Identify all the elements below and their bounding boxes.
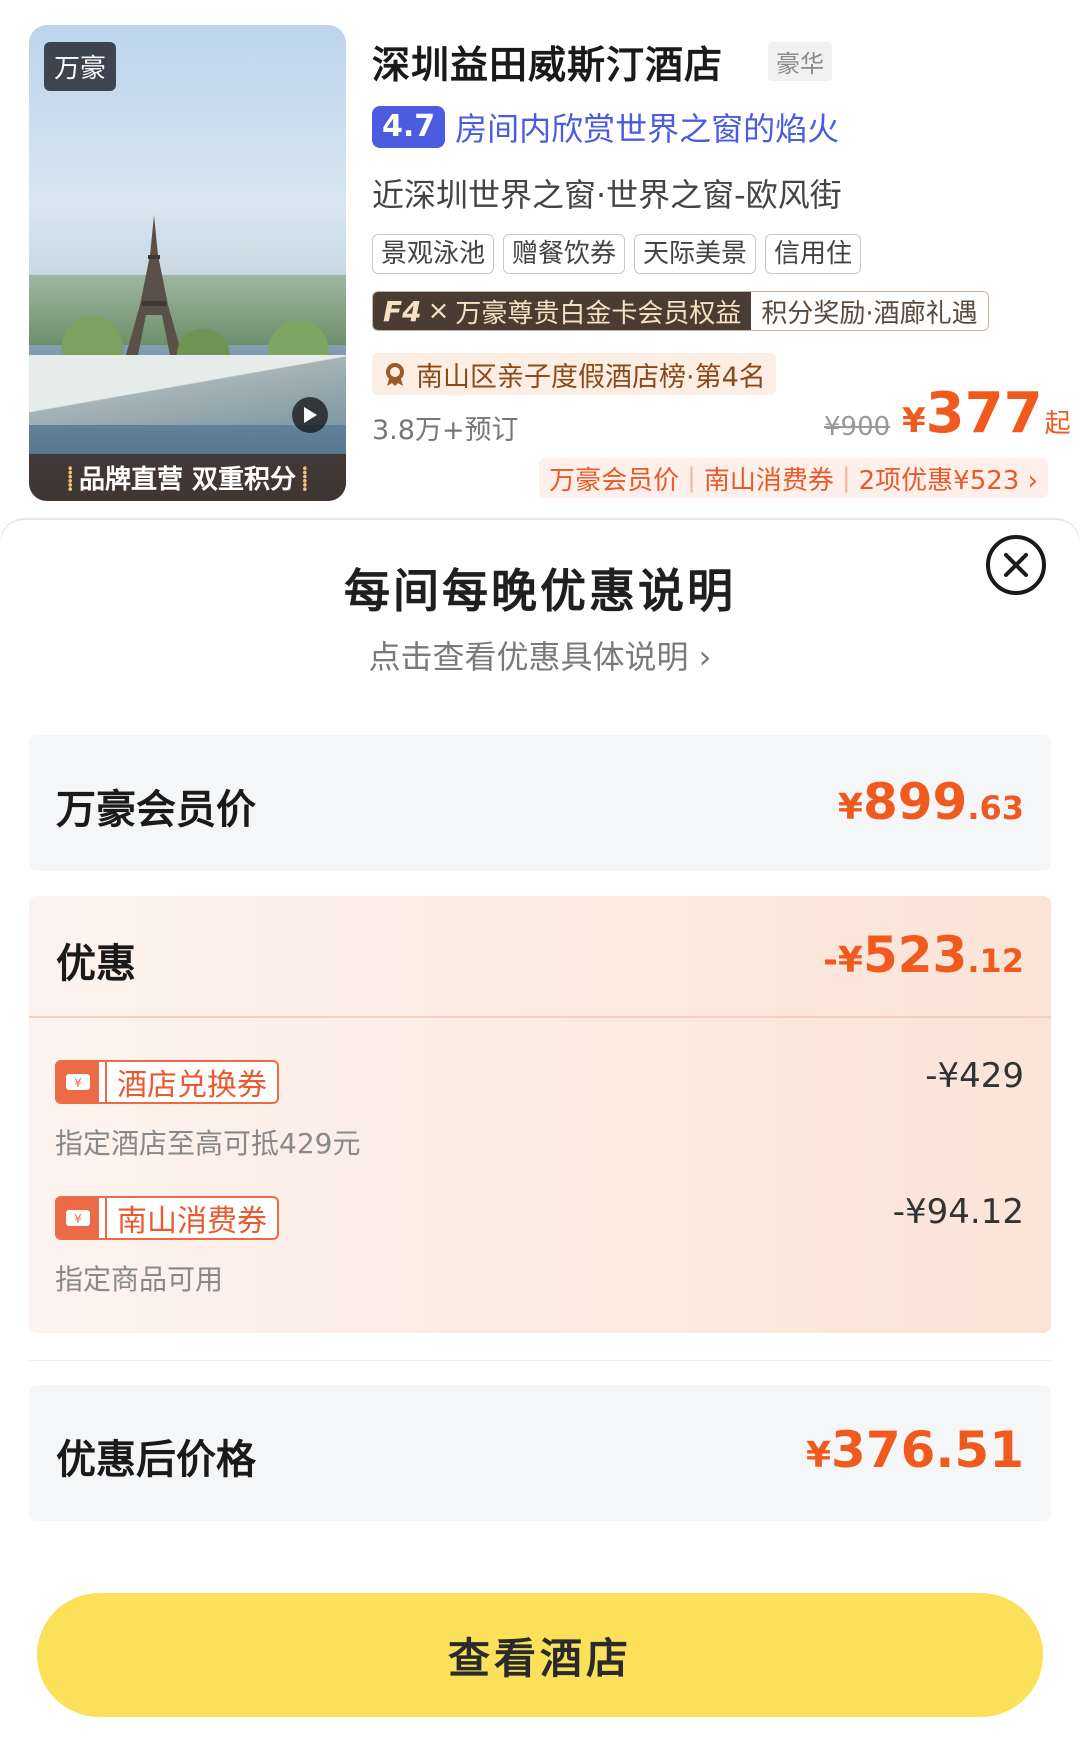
laurel-left-icon: ⸽ bbox=[67, 466, 73, 492]
divider bbox=[29, 1360, 1051, 1361]
rating-text: 房间内欣赏世界之窗的焰火 bbox=[455, 110, 840, 148]
member-price-row: 万豪会员价 ¥ 899 .63 bbox=[29, 735, 1051, 871]
original-price: ¥900 bbox=[824, 412, 891, 442]
currency-symbol: -¥ bbox=[822, 940, 863, 981]
discount-total: -¥ 523 .12 bbox=[823, 926, 1024, 984]
coupon-amount: -¥429 bbox=[925, 1056, 1024, 1096]
thumb-footer-banner: ⸽ 品牌直营 双重积分 ⸽ bbox=[29, 454, 346, 501]
promo-separator: | bbox=[687, 463, 696, 493]
promo-summary[interactable]: 万豪会员价 | 南山消费券 | 2项优惠¥523 › bbox=[539, 458, 1048, 498]
coupon-amount: -¥94.12 bbox=[892, 1192, 1024, 1232]
price-decimal: .63 bbox=[967, 789, 1024, 827]
close-icon[interactable] bbox=[986, 535, 1046, 595]
current-price: ¥ 377 起 bbox=[902, 384, 1071, 444]
play-video-icon[interactable] bbox=[292, 397, 328, 433]
hotel-card[interactable]: 万豪 ⸽ 品牌直营 双重积分 ⸽ 深圳益田威斯汀酒店 豪华 4.7 房间内欣赏世… bbox=[0, 0, 1080, 520]
discount-label: 优惠 bbox=[56, 941, 136, 987]
divider bbox=[29, 1016, 1051, 1018]
promo-item: 2项优惠¥523 › bbox=[858, 465, 1038, 496]
promo-separator: | bbox=[841, 463, 851, 493]
brand-badge: 万豪 bbox=[44, 42, 117, 91]
ranking-text: 南山区亲子度假酒店榜·第4名 bbox=[416, 361, 766, 393]
svg-text:¥: ¥ bbox=[74, 1076, 82, 1090]
member-price-value: ¥ 899 .63 bbox=[838, 773, 1024, 831]
price-suffix: 起 bbox=[1044, 409, 1071, 439]
promo-item: 万豪会员价 bbox=[549, 465, 680, 496]
medal-icon bbox=[386, 363, 404, 386]
coupon-name: 南山消费券 bbox=[105, 1198, 277, 1238]
member-benefit-detail: 积分奖励·酒廊礼遇 bbox=[751, 292, 988, 330]
coupon-tag: ¥ 南山消费券 bbox=[55, 1196, 279, 1240]
coupon-name: 酒店兑换券 bbox=[105, 1062, 277, 1102]
coupon-icon: ¥ bbox=[57, 1062, 99, 1102]
price-amount: 376.51 bbox=[831, 1421, 1024, 1479]
rating-score: 4.7 bbox=[372, 106, 446, 148]
view-hotel-button[interactable]: 查看酒店 bbox=[37, 1593, 1043, 1717]
hotel-location: 近深圳世界之窗·世界之窗-欧风街 bbox=[372, 176, 842, 214]
price-value: 377 bbox=[925, 381, 1043, 446]
f4-logo: F4 bbox=[383, 294, 422, 328]
discount-details-link[interactable]: 点击查看优惠具体说明 › bbox=[0, 632, 1080, 678]
feature-tags: 景观泳池 赠餐饮券 天际美景 信用住 bbox=[372, 234, 862, 274]
final-price-value: ¥ 376.51 bbox=[806, 1421, 1024, 1479]
svg-text:¥: ¥ bbox=[74, 1212, 82, 1226]
promo-item: 南山消费券 bbox=[703, 465, 834, 496]
ranking-badge[interactable]: 南山区亲子度假酒店榜·第4名 bbox=[372, 353, 776, 395]
price-integer: 899 bbox=[862, 773, 968, 831]
feature-tag: 景观泳池 bbox=[372, 234, 495, 274]
final-price-label: 优惠后价格 bbox=[56, 1437, 256, 1483]
feature-tag: 赠餐饮券 bbox=[503, 234, 626, 274]
hotel-star-badge: 豪华 bbox=[768, 42, 832, 81]
price-currency: ¥ bbox=[902, 401, 926, 441]
member-benefit-banner[interactable]: F4 × 万豪尊贵白金卡会员权益 积分奖励·酒廊礼遇 bbox=[372, 291, 989, 331]
rating-row: 4.7 房间内欣赏世界之窗的焰火 bbox=[372, 104, 839, 150]
thumb-footer-text: 品牌直营 双重积分 bbox=[78, 465, 297, 495]
coupon-description: 指定商品可用 bbox=[55, 1263, 224, 1296]
hotel-name[interactable]: 深圳益田威斯汀酒店 bbox=[372, 34, 723, 89]
feature-tag: 信用住 bbox=[765, 234, 862, 274]
coupon-tag: ¥ 酒店兑换券 bbox=[55, 1060, 279, 1104]
member-benefit-title: 万豪尊贵白金卡会员权益 bbox=[455, 298, 742, 329]
price-decimal: .12 bbox=[967, 942, 1024, 980]
currency-symbol: ¥ bbox=[837, 787, 863, 828]
hotel-thumbnail[interactable] bbox=[29, 25, 346, 501]
currency-symbol: ¥ bbox=[805, 1435, 832, 1476]
discount-section: 优惠 -¥ 523 .12 ¥ 酒店兑换券 -¥429 指定酒店至高可抵429元… bbox=[29, 896, 1051, 1333]
cross-icon: × bbox=[427, 296, 450, 326]
final-price-row: 优惠后价格 ¥ 376.51 bbox=[29, 1385, 1051, 1521]
coupon-description: 指定酒店至高可抵429元 bbox=[55, 1127, 361, 1160]
member-benefit-left: F4 × 万豪尊贵白金卡会员权益 bbox=[373, 292, 752, 330]
laurel-right-icon: ⸽ bbox=[302, 466, 308, 492]
feature-tag: 天际美景 bbox=[634, 234, 757, 274]
price-integer: 523 bbox=[862, 926, 968, 984]
booking-count: 3.8万+预订 bbox=[372, 415, 519, 446]
sheet-title: 每间每晚优惠说明 bbox=[344, 564, 736, 618]
member-price-label: 万豪会员价 bbox=[56, 787, 256, 833]
coupon-icon: ¥ bbox=[57, 1198, 99, 1238]
